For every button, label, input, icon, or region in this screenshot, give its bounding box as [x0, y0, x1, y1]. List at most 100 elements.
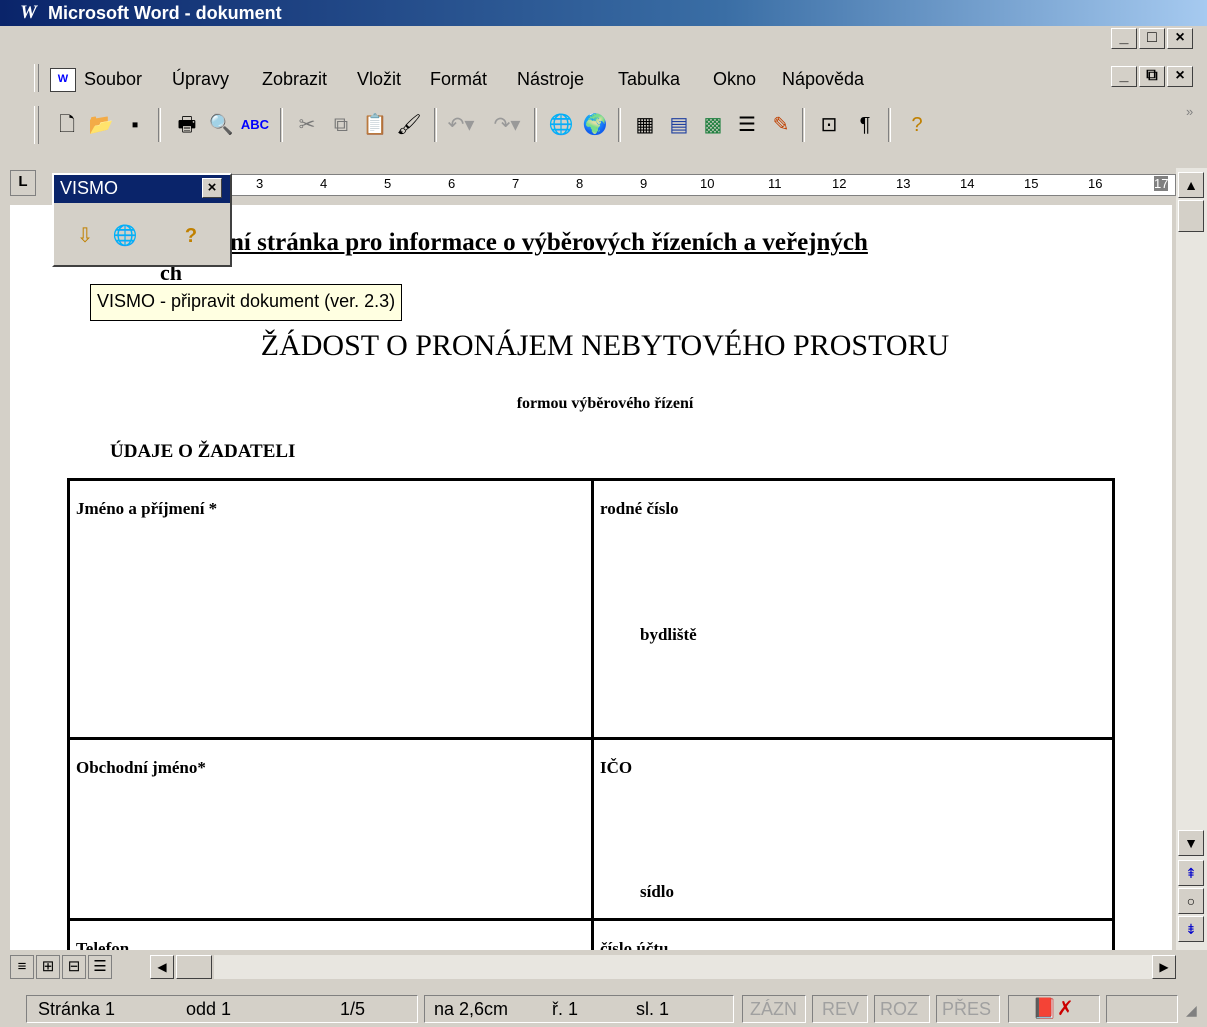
menu-nastroje[interactable]: Nástroje [517, 69, 584, 90]
ruler-number: 12 [832, 176, 847, 191]
horizontal-scrollbar[interactable]: ≡ ⊞ ⊟ ☰ ◀ ▶ [10, 953, 1207, 983]
toolbar-grip[interactable] [34, 106, 39, 144]
scroll-up-button[interactable]: ▲ [1178, 172, 1204, 198]
status-column: sl. 1 [636, 999, 670, 1019]
spelling-icon[interactable]: ABC [240, 110, 270, 140]
web-layout-view-icon[interactable]: ⊞ [36, 955, 60, 979]
print-preview-icon[interactable]: 🔍 [206, 110, 236, 140]
insert-excel-icon[interactable]: ▩ [698, 110, 728, 140]
scroll-down-button[interactable]: ▼ [1178, 830, 1204, 856]
insert-table-icon[interactable]: ▤ [664, 110, 694, 140]
menu-okno[interactable]: Okno [713, 69, 756, 90]
company-name-label: Obchodní jméno* [76, 758, 206, 777]
tooltip: VISMO - připravit dokument (ver. 2.3) [90, 284, 403, 321]
table-cell-account[interactable]: číslo účtu [591, 918, 1115, 950]
print-layout-view-icon[interactable]: ⊟ [62, 955, 86, 979]
tab-selector[interactable]: L [10, 170, 36, 196]
doc-minimize-button[interactable]: _ [1111, 66, 1137, 87]
cut-icon[interactable]: ✂ [292, 110, 322, 140]
scroll-left-button[interactable]: ◀ [150, 955, 174, 979]
new-icon[interactable]: 🗋 [52, 110, 82, 140]
menu-soubor[interactable]: Soubor [84, 69, 142, 90]
menu-zobrazit[interactable]: Zobrazit [262, 69, 327, 90]
menu-grip[interactable] [34, 64, 39, 92]
table-cell-birth-number[interactable]: rodné číslo bydliště [591, 478, 1115, 740]
menu-tabulka[interactable]: Tabulka [618, 69, 680, 90]
vismo-title-bar[interactable]: VISMO × [54, 175, 230, 203]
ruler-number: 17 [1154, 176, 1169, 191]
birth-number-label: rodné číslo [600, 499, 679, 518]
document-heading: ní stránka pro informace o výběrových ří… [230, 229, 868, 256]
doc-restore-button[interactable]: ⧉ [1139, 66, 1165, 87]
print-icon[interactable]: 🖶 [172, 110, 202, 140]
columns-icon[interactable]: ☰ [732, 110, 762, 140]
horizontal-scroll-thumb[interactable] [176, 955, 212, 979]
residence-label: bydliště [640, 625, 697, 644]
doc-close-button[interactable]: × [1167, 66, 1193, 87]
document-icon[interactable]: W [50, 68, 76, 92]
menu-format[interactable]: Formát [430, 69, 487, 90]
ruler-number: 7 [512, 176, 520, 191]
copy-icon[interactable]: ⧉ [326, 110, 356, 140]
table-cell-company-name[interactable]: Obchodní jméno* [67, 737, 594, 921]
status-rev[interactable]: REV [822, 999, 859, 1020]
ruler-number: 10 [700, 176, 715, 191]
table-cell-ico[interactable]: IČO sídlo [591, 737, 1115, 921]
undo-icon[interactable]: ↶▾ [446, 110, 476, 140]
paste-icon[interactable]: 📋 [360, 110, 390, 140]
vismo-close-button[interactable]: × [202, 178, 222, 198]
normal-view-icon[interactable]: ≡ [10, 955, 34, 979]
scroll-thumb[interactable] [1178, 200, 1204, 232]
toolbar-separator [618, 108, 621, 142]
hyperlink-icon[interactable]: 🌐 [546, 110, 576, 140]
horizontal-scroll-track[interactable] [214, 955, 1152, 979]
ruler-number: 11 [768, 176, 782, 191]
ruler-number: 9 [640, 176, 648, 191]
vismo-publish-icon[interactable]: 🌐 [110, 221, 140, 251]
menu-upravy[interactable]: Úpravy [172, 69, 229, 90]
table-cell-name[interactable]: Jméno a příjmení * [67, 478, 594, 740]
format-painter-icon[interactable]: 🖌 [394, 110, 424, 140]
next-page-icon[interactable]: ⇟ [1178, 916, 1204, 942]
show-formatting-icon[interactable]: ¶ [850, 110, 880, 140]
redo-icon[interactable]: ↷▾ [492, 110, 522, 140]
status-panel [1106, 995, 1178, 1023]
ruler-number: 16 [1088, 176, 1103, 191]
save-icon[interactable]: ▪ [120, 110, 150, 140]
resize-grip-icon[interactable]: ◢ [1186, 1002, 1197, 1019]
document-title: ŽÁDOST O PRONÁJEM NEBYTOVÉHO PROSTORU [260, 329, 950, 362]
status-page: Stránka 1 [38, 999, 116, 1019]
status-rec[interactable]: ZÁZN [750, 999, 797, 1020]
menu-vlozit[interactable]: Vložit [357, 69, 401, 90]
table-cell-phone[interactable]: Telefon [67, 918, 594, 950]
previous-page-icon[interactable]: ⇞ [1178, 860, 1204, 886]
word-app-icon: W [20, 2, 37, 23]
vismo-toolbar[interactable]: VISMO × ⇩ 🌐 ? [52, 173, 232, 267]
account-label: číslo účtu [600, 939, 669, 950]
document-map-icon[interactable]: ⊡ [814, 110, 844, 140]
menu-napoveda[interactable]: Nápověda [782, 69, 864, 90]
status-line: ř. 1 [552, 999, 579, 1019]
minimize-button[interactable]: _ [1111, 28, 1137, 49]
status-ovr[interactable]: PŘES [942, 999, 991, 1020]
status-ext[interactable]: ROZ [880, 999, 918, 1020]
select-browse-object-icon[interactable]: ○ [1178, 888, 1204, 914]
tables-borders-icon[interactable]: ▦ [630, 110, 660, 140]
toolbar-more-icon[interactable]: » [1186, 104, 1193, 119]
phone-label: Telefon [76, 939, 130, 950]
vismo-title: VISMO [60, 178, 119, 198]
maximize-button[interactable]: □ [1139, 28, 1165, 49]
spelling-status-icon[interactable]: 📕✗ [1032, 996, 1074, 1021]
title-bar: W Microsoft Word - dokument [0, 0, 1207, 26]
ruler-number: 15 [1024, 176, 1039, 191]
help-icon[interactable]: ? [902, 110, 932, 140]
vismo-prepare-icon[interactable]: ⇩ [70, 221, 100, 251]
outline-view-icon[interactable]: ☰ [88, 955, 112, 979]
web-toolbar-icon[interactable]: 🌍 [580, 110, 610, 140]
scroll-right-button[interactable]: ▶ [1152, 955, 1176, 979]
drawing-icon[interactable]: ✎ [766, 110, 796, 140]
vismo-help-icon[interactable]: ? [176, 221, 206, 251]
status-pages: 1/5 [340, 999, 366, 1019]
close-button[interactable]: × [1167, 28, 1193, 49]
open-icon[interactable]: 📂 [86, 110, 116, 140]
